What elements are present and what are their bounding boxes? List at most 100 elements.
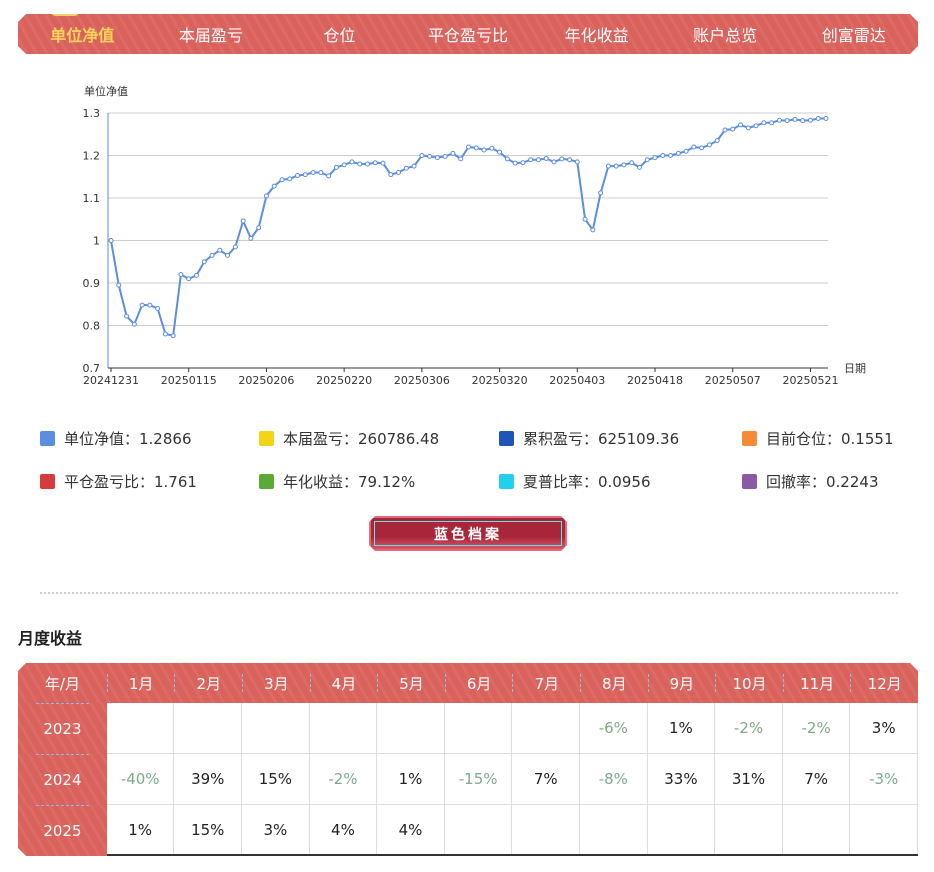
data-point[interactable] bbox=[644, 157, 650, 163]
data-point[interactable] bbox=[800, 118, 806, 124]
data-point[interactable] bbox=[318, 170, 324, 175]
data-point[interactable] bbox=[652, 155, 658, 161]
data-point[interactable] bbox=[559, 156, 565, 162]
data-point[interactable] bbox=[295, 172, 301, 178]
legend-item[interactable]: 平仓盈亏比：1.761 bbox=[40, 471, 259, 492]
data-point[interactable] bbox=[396, 170, 402, 175]
data-point[interactable] bbox=[466, 144, 471, 150]
legend-item[interactable]: 年化收益：79.12% bbox=[259, 471, 499, 492]
data-point[interactable] bbox=[660, 153, 666, 158]
data-point[interactable] bbox=[473, 145, 479, 151]
data-point[interactable] bbox=[419, 153, 425, 158]
data-point[interactable] bbox=[232, 244, 238, 250]
data-point[interactable] bbox=[784, 118, 790, 124]
data-point[interactable] bbox=[613, 163, 619, 169]
data-point[interactable] bbox=[807, 117, 813, 123]
data-point[interactable] bbox=[582, 216, 588, 222]
data-point[interactable] bbox=[108, 238, 114, 243]
data-point[interactable] bbox=[738, 122, 744, 128]
data-point[interactable] bbox=[302, 172, 308, 178]
data-point[interactable] bbox=[178, 272, 184, 277]
data-point[interactable] bbox=[543, 155, 549, 161]
data-point[interactable] bbox=[753, 123, 759, 129]
data-point[interactable] bbox=[629, 160, 635, 166]
data-point[interactable] bbox=[411, 163, 417, 169]
data-point[interactable] bbox=[823, 116, 829, 122]
data-point[interactable] bbox=[621, 162, 627, 168]
data-point[interactable] bbox=[769, 120, 775, 126]
tab-1[interactable]: 本届盈亏 bbox=[147, 22, 276, 46]
data-point[interactable] bbox=[116, 282, 122, 288]
data-point[interactable] bbox=[131, 321, 137, 327]
data-point[interactable] bbox=[388, 172, 394, 178]
data-point[interactable] bbox=[551, 159, 557, 165]
data-point[interactable] bbox=[186, 276, 192, 282]
data-point[interactable] bbox=[341, 162, 347, 168]
data-point[interactable] bbox=[248, 235, 254, 241]
blue-archive-button[interactable]: 蓝色档案 bbox=[369, 516, 567, 551]
data-point[interactable] bbox=[427, 153, 433, 159]
tab-5[interactable]: 账户总览 bbox=[661, 22, 790, 46]
data-point[interactable] bbox=[683, 148, 689, 154]
data-point[interactable] bbox=[699, 145, 705, 151]
data-point[interactable] bbox=[730, 126, 736, 132]
data-point[interactable] bbox=[380, 160, 386, 166]
data-point[interactable] bbox=[287, 176, 293, 182]
data-point[interactable] bbox=[209, 252, 215, 258]
data-point[interactable] bbox=[636, 164, 642, 170]
data-point[interactable] bbox=[745, 125, 751, 131]
data-point[interactable] bbox=[691, 144, 697, 150]
data-point[interactable] bbox=[497, 149, 503, 155]
data-point[interactable] bbox=[333, 164, 339, 170]
data-point[interactable] bbox=[263, 193, 269, 199]
data-point[interactable] bbox=[567, 157, 573, 163]
data-point[interactable] bbox=[450, 150, 456, 156]
data-point[interactable] bbox=[520, 160, 526, 166]
data-point[interactable] bbox=[201, 259, 207, 265]
data-point[interactable] bbox=[225, 252, 231, 258]
data-point[interactable] bbox=[240, 218, 246, 224]
tab-3[interactable]: 平仓盈亏比 bbox=[404, 22, 533, 46]
data-point[interactable] bbox=[598, 190, 604, 196]
legend-item[interactable]: 单位净值：1.2866 bbox=[40, 428, 259, 449]
data-point[interactable] bbox=[675, 150, 681, 156]
data-point[interactable] bbox=[792, 116, 798, 122]
data-point[interactable] bbox=[310, 170, 316, 175]
data-point[interactable] bbox=[403, 165, 409, 171]
legend-item[interactable]: 目前仓位：0.1551 bbox=[742, 428, 912, 449]
tab-2[interactable]: 仓位 bbox=[275, 22, 404, 46]
data-point[interactable] bbox=[442, 153, 448, 159]
tab-4[interactable]: 年化收益 bbox=[532, 22, 661, 46]
data-point[interactable] bbox=[326, 173, 332, 179]
data-point[interactable] bbox=[504, 156, 510, 162]
data-point[interactable] bbox=[489, 145, 495, 151]
data-point[interactable] bbox=[605, 163, 611, 169]
data-point[interactable] bbox=[535, 157, 541, 163]
data-point[interactable] bbox=[481, 147, 487, 153]
data-point[interactable] bbox=[139, 302, 145, 308]
data-point[interactable] bbox=[761, 120, 767, 126]
data-point[interactable] bbox=[256, 225, 262, 231]
data-point[interactable] bbox=[434, 155, 440, 161]
data-point[interactable] bbox=[349, 159, 355, 165]
data-point[interactable] bbox=[147, 302, 153, 308]
data-point[interactable] bbox=[528, 157, 534, 163]
legend-item[interactable]: 本届盈亏：260786.48 bbox=[259, 428, 499, 449]
data-point[interactable] bbox=[458, 156, 464, 162]
tab-6[interactable]: 创富雷达 bbox=[789, 22, 918, 46]
data-point[interactable] bbox=[279, 177, 285, 183]
data-point[interactable] bbox=[668, 153, 674, 158]
data-point[interactable] bbox=[512, 160, 518, 166]
data-point[interactable] bbox=[124, 313, 130, 319]
data-point[interactable] bbox=[574, 159, 580, 165]
data-point[interactable] bbox=[722, 127, 728, 133]
legend-item[interactable]: 累积盈亏：625109.36 bbox=[499, 428, 742, 449]
data-point[interactable] bbox=[193, 272, 199, 278]
data-point[interactable] bbox=[364, 161, 370, 167]
data-point[interactable] bbox=[217, 247, 223, 253]
data-point[interactable] bbox=[372, 160, 378, 166]
legend-item[interactable]: 夏普比率：0.0956 bbox=[499, 471, 742, 492]
data-point[interactable] bbox=[271, 183, 277, 189]
data-point[interactable] bbox=[170, 333, 176, 339]
data-point[interactable] bbox=[155, 306, 161, 311]
